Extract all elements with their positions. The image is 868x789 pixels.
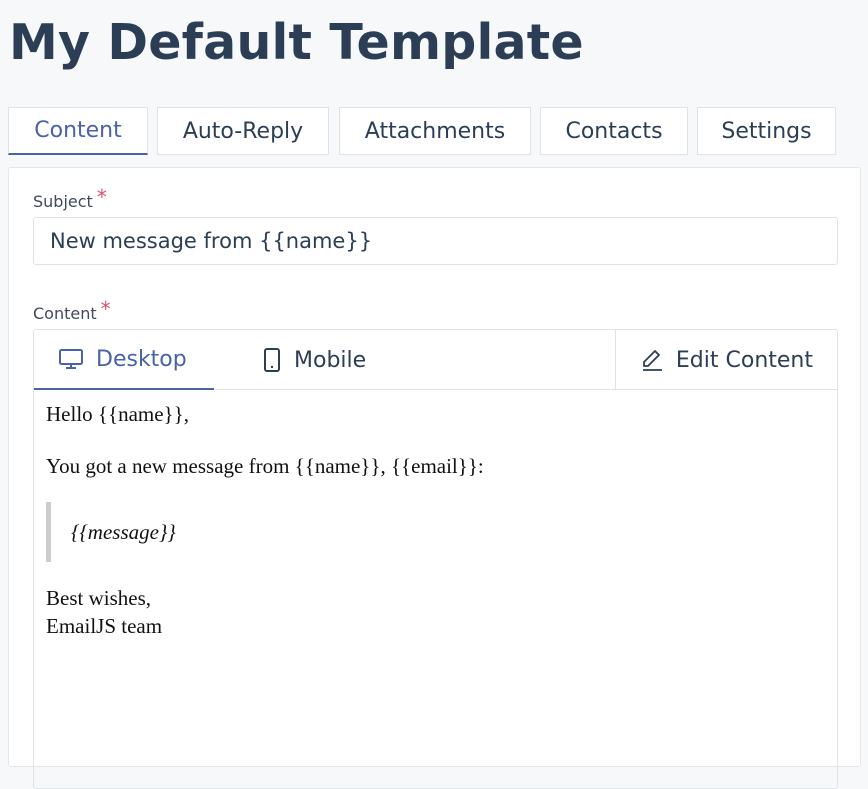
preview-quote-text: {{message}}	[71, 520, 176, 544]
monitor-icon	[59, 349, 83, 369]
edit-content-button[interactable]: Edit Content	[614, 330, 837, 390]
desktop-view-label: Desktop	[96, 346, 187, 372]
email-preview: Hello {{name}}, You got a new message fr…	[46, 400, 484, 640]
subject-label: Subject *	[33, 185, 107, 212]
preview-quote: {{message}}	[46, 502, 484, 562]
tab-contacts[interactable]: Contacts	[540, 107, 688, 155]
preview-signoff-line2: EmailJS team	[46, 614, 163, 638]
required-marker: *	[100, 297, 111, 321]
tab-settings[interactable]: Settings	[697, 107, 836, 155]
tab-content[interactable]: Content	[8, 107, 148, 155]
subject-label-text: Subject	[33, 192, 93, 211]
mobile-phone-icon	[264, 348, 280, 372]
content-label: Content *	[33, 297, 111, 324]
content-label-text: Content	[33, 304, 97, 323]
tab-attachments[interactable]: Attachments	[339, 107, 531, 155]
mobile-view-tab[interactable]: Mobile	[262, 330, 366, 390]
preview-greeting: Hello {{name}},	[46, 402, 189, 426]
mobile-view-label: Mobile	[294, 347, 367, 373]
pencil-icon	[642, 350, 662, 371]
required-marker: *	[96, 185, 107, 209]
content-editor: Desktop Mobile Edit Content Hello {{name…	[33, 329, 838, 789]
desktop-view-tab[interactable]: Desktop	[34, 330, 214, 390]
edit-content-label: Edit Content	[675, 347, 813, 373]
preview-signoff-line1: Best wishes,	[46, 586, 151, 610]
content-panel: Subject* Content* Desktop Mobile	[8, 167, 861, 789]
subject-input[interactable]	[33, 217, 838, 265]
preview-intro: You got a new message from {{name}}, {{e…	[46, 454, 484, 478]
page-title: My Default Template	[9, 14, 584, 71]
editor-toolbar: Desktop Mobile Edit Content	[34, 330, 837, 390]
tab-auto-reply[interactable]: Auto-Reply	[157, 107, 329, 155]
